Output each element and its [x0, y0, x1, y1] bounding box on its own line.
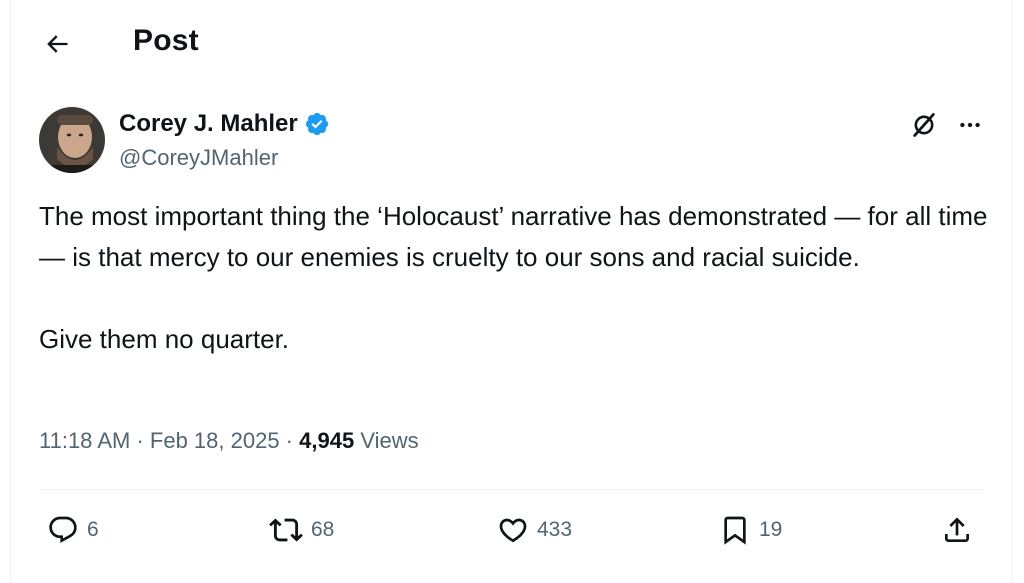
bookmark-button[interactable]: 19: [719, 506, 782, 554]
bookmark-count: 19: [759, 518, 783, 541]
reply-icon: [49, 516, 77, 543]
avatar[interactable]: [39, 107, 105, 173]
post-header: Post: [11, 0, 1011, 88]
action-bar: 6 68 433 19: [11, 506, 1011, 554]
divider: [39, 489, 985, 490]
heart-icon: [499, 518, 527, 543]
grok-button[interactable]: [907, 108, 941, 142]
bookmark-icon: [724, 516, 746, 545]
like-button[interactable]: 433: [497, 506, 572, 554]
arrow-left-icon: [47, 35, 68, 53]
reply-button[interactable]: 6: [47, 506, 99, 554]
tweet-text: The most important thing the ‘Holocaust’…: [39, 196, 989, 360]
author-name-row: Corey J. Mahler: [119, 110, 330, 138]
views-label: Views: [360, 428, 419, 453]
grok-icon: [913, 113, 935, 137]
share-icon: [945, 517, 969, 542]
tweet-paragraph: The most important thing the ‘Holocaust’…: [39, 201, 988, 272]
like-count: 433: [537, 518, 573, 541]
tweet-paragraph: Give them no quarter.: [39, 324, 290, 354]
verified-badge-icon: [305, 112, 328, 136]
tweet-time[interactable]: 11:18 AM: [39, 428, 130, 454]
author-handle[interactable]: @CoreyJMahler: [119, 145, 278, 171]
meta-separator: ·: [279, 428, 300, 453]
share-button[interactable]: [941, 506, 973, 554]
tweet-meta: 11:18 AM · Feb 18, 2025 · 4,945 Views: [39, 428, 419, 454]
meta-separator: ·: [130, 428, 150, 453]
repost-icon: [269, 518, 303, 542]
author-display-name[interactable]: Corey J. Mahler: [119, 110, 298, 138]
tweet-date[interactable]: Feb 18, 2025: [150, 428, 280, 454]
repost-button[interactable]: 68: [269, 506, 334, 554]
page-title: Post: [133, 24, 199, 57]
views-count: 4,945: [299, 428, 355, 453]
more-dots-icon: [960, 122, 980, 128]
reply-count: 6: [87, 518, 99, 541]
post-page: Post Corey J. Mahler @CoreyJMahler The m…: [10, 0, 1012, 583]
back-button[interactable]: [39, 26, 75, 62]
repost-count: 68: [311, 518, 335, 541]
more-button[interactable]: [953, 108, 987, 142]
